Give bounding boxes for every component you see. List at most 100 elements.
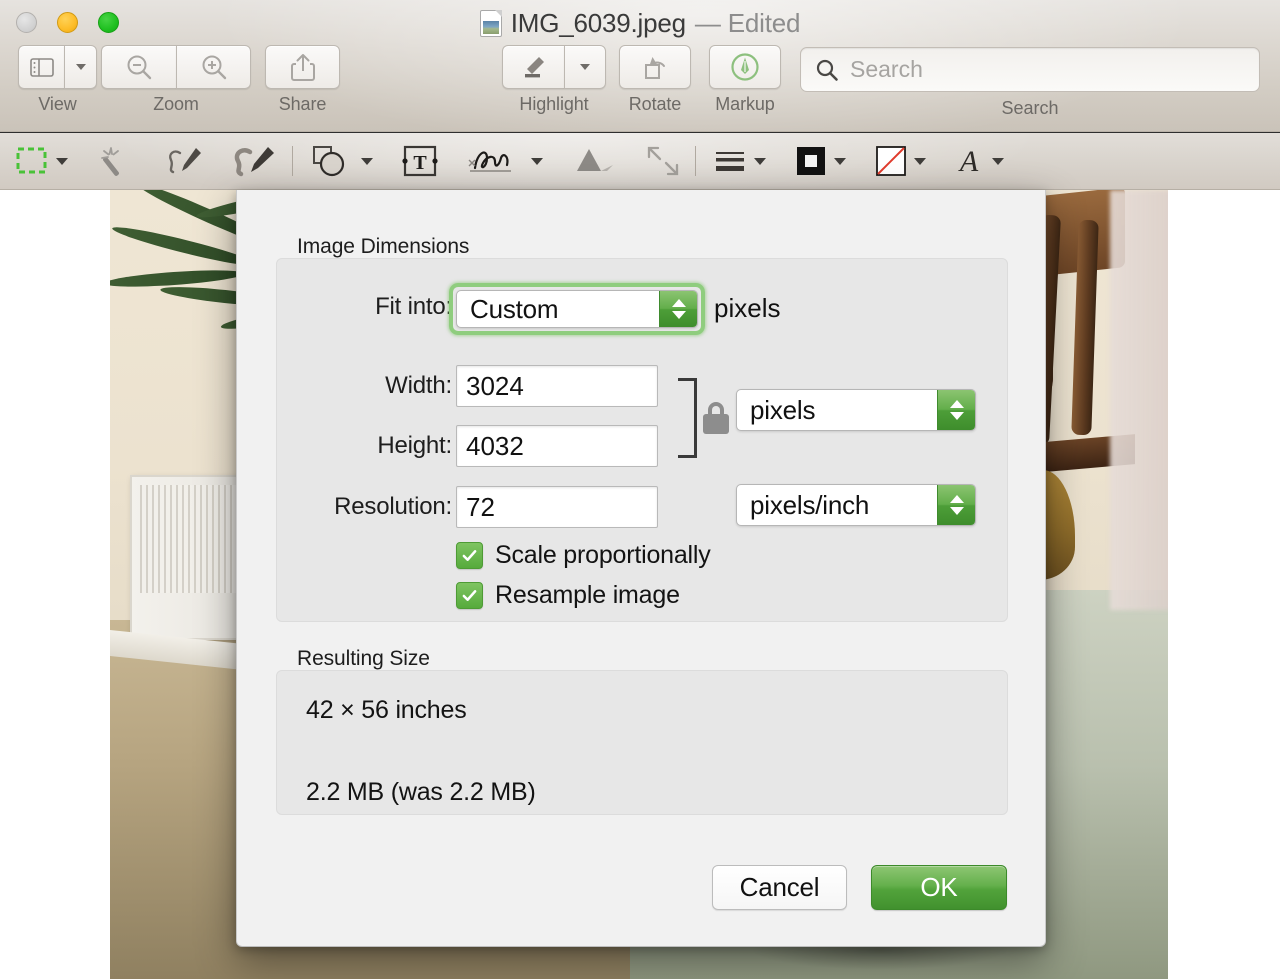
- sign-tool[interactable]: [465, 133, 543, 190]
- draw-tool[interactable]: [230, 133, 278, 190]
- search-placeholder: Search: [850, 56, 923, 83]
- fill-color-chevron-down-icon[interactable]: [914, 158, 926, 165]
- border-color-tool[interactable]: [794, 133, 846, 190]
- toolbar-group-zoom: Zoom: [101, 45, 251, 115]
- shape-style-chevron-down-icon[interactable]: [754, 158, 766, 165]
- highlight-button-group[interactable]: [502, 45, 606, 89]
- highlight-label: Highlight: [519, 94, 588, 115]
- chevron-down-glyph: [950, 412, 964, 420]
- scale-proportionally-checkbox[interactable]: [456, 542, 483, 569]
- cancel-button[interactable]: Cancel: [712, 865, 847, 910]
- dimension-link-bracket: [672, 378, 702, 458]
- zoom-in-icon[interactable]: [176, 45, 251, 89]
- resolution-input[interactable]: 72: [456, 486, 658, 528]
- size-unit-stepper-icon[interactable]: [937, 390, 975, 430]
- share-glyph: [290, 52, 316, 82]
- zoom-out-icon[interactable]: [101, 45, 176, 89]
- view-button-group[interactable]: [18, 45, 97, 89]
- markup-button-group[interactable]: [709, 45, 781, 89]
- view-chevron-down-icon[interactable]: [64, 45, 97, 89]
- rotate-left-icon[interactable]: [619, 45, 691, 89]
- svg-text:A: A: [958, 145, 979, 177]
- zoom-out-glyph: [124, 52, 154, 82]
- ok-button[interactable]: OK: [871, 865, 1007, 910]
- dashed-rectangle-icon: [16, 146, 50, 176]
- chevron-up-glyph: [950, 400, 964, 408]
- fit-into-stepper-icon[interactable]: [659, 291, 697, 327]
- sketch-tool[interactable]: [162, 133, 206, 190]
- search-label: Search: [800, 98, 1260, 119]
- search-icon: [815, 58, 839, 82]
- image-dimensions-title: Image Dimensions: [297, 235, 469, 259]
- prism-icon: [573, 145, 615, 177]
- sign-chevron-down-icon[interactable]: [531, 158, 543, 165]
- rotate-left-glyph: [641, 52, 669, 82]
- markup-label: Markup: [715, 94, 774, 115]
- line-weight-icon: [714, 146, 748, 176]
- sketch-pencil-icon: [162, 144, 206, 178]
- markup-pen-glyph: [729, 51, 761, 83]
- border-color-chevron-down-icon[interactable]: [834, 158, 846, 165]
- highlighter-icon[interactable]: [502, 45, 564, 89]
- chevron-down-glyph: [580, 64, 590, 70]
- selection-chevron-down-icon[interactable]: [56, 158, 68, 165]
- image-resize-dialog: Image Dimensions Fit into: Custom pixels…: [236, 190, 1046, 947]
- text-style-tool[interactable]: A: [954, 133, 1004, 190]
- font-a-icon: A: [954, 145, 986, 177]
- fit-into-popup-button[interactable]: Custom: [456, 290, 698, 328]
- sidebar-icon[interactable]: [18, 45, 64, 89]
- rotate-label: Rotate: [629, 94, 681, 115]
- markup-pen-icon[interactable]: [709, 45, 781, 89]
- resample-image-checkbox[interactable]: [456, 582, 483, 609]
- toolbar-group-rotate: Rotate: [619, 45, 691, 115]
- width-input[interactable]: 3024: [456, 365, 658, 407]
- highlight-chevron-down-icon[interactable]: [564, 45, 606, 89]
- resolution-unit-stepper-icon[interactable]: [937, 485, 975, 525]
- search-input[interactable]: Search: [800, 47, 1260, 92]
- size-unit-popup-button[interactable]: pixels: [736, 389, 976, 431]
- photo-curtain: [1110, 190, 1168, 610]
- resample-image-label: Resample image: [495, 581, 680, 610]
- share-button-group[interactable]: [265, 45, 340, 89]
- height-label: Height:: [277, 432, 452, 460]
- width-label: Width:: [277, 372, 452, 400]
- checkmark-icon: [461, 587, 478, 604]
- zoom-button-group[interactable]: [101, 45, 251, 89]
- rotate-button-group[interactable]: [619, 45, 691, 89]
- height-input[interactable]: 4032: [456, 425, 658, 467]
- adjust-color-tool[interactable]: [573, 133, 615, 190]
- signature-icon: [465, 144, 525, 178]
- text-box-icon: T: [401, 144, 439, 178]
- selection-tool[interactable]: [16, 133, 68, 190]
- window-titlebar: IMG_6039.jpeg — Edited View: [0, 0, 1280, 132]
- chevron-down-glyph: [950, 507, 964, 515]
- adjust-size-tool[interactable]: [645, 133, 681, 190]
- shapes-tool[interactable]: [311, 133, 373, 190]
- instant-alpha-tool[interactable]: [96, 133, 132, 190]
- text-tool[interactable]: T: [401, 133, 439, 190]
- shapes-icon: [311, 145, 355, 177]
- markup-toolbar: T: [0, 133, 1280, 190]
- resample-image-checkbox-row[interactable]: Resample image: [456, 581, 680, 610]
- share-icon[interactable]: [265, 45, 340, 89]
- shape-style-tool[interactable]: [714, 133, 766, 190]
- chevron-up-glyph: [672, 299, 686, 307]
- view-label: View: [38, 94, 76, 115]
- svg-text:T: T: [413, 152, 427, 174]
- padlock-body: [703, 414, 729, 434]
- fill-color-tool[interactable]: [874, 133, 926, 190]
- fit-into-unit-suffix: pixels: [714, 293, 780, 324]
- scale-proportionally-label: Scale proportionally: [495, 541, 711, 570]
- scale-proportionally-checkbox-row[interactable]: Scale proportionally: [456, 541, 711, 570]
- toolbar-group-markup: Markup: [709, 45, 781, 115]
- resolution-unit-popup-button[interactable]: pixels/inch: [736, 484, 976, 526]
- toolbar-divider: [695, 146, 696, 176]
- text-style-chevron-down-icon[interactable]: [992, 158, 1004, 165]
- zoom-in-glyph: [199, 52, 229, 82]
- toolbar-group-view: View: [18, 45, 97, 115]
- closed-padlock-icon[interactable]: [703, 402, 729, 434]
- resulting-filesize-text: 2.2 MB (was 2.2 MB): [306, 778, 536, 807]
- draw-marker-icon: [230, 144, 278, 178]
- border-color-swatch-icon: [794, 145, 828, 177]
- shapes-chevron-down-icon[interactable]: [361, 158, 373, 165]
